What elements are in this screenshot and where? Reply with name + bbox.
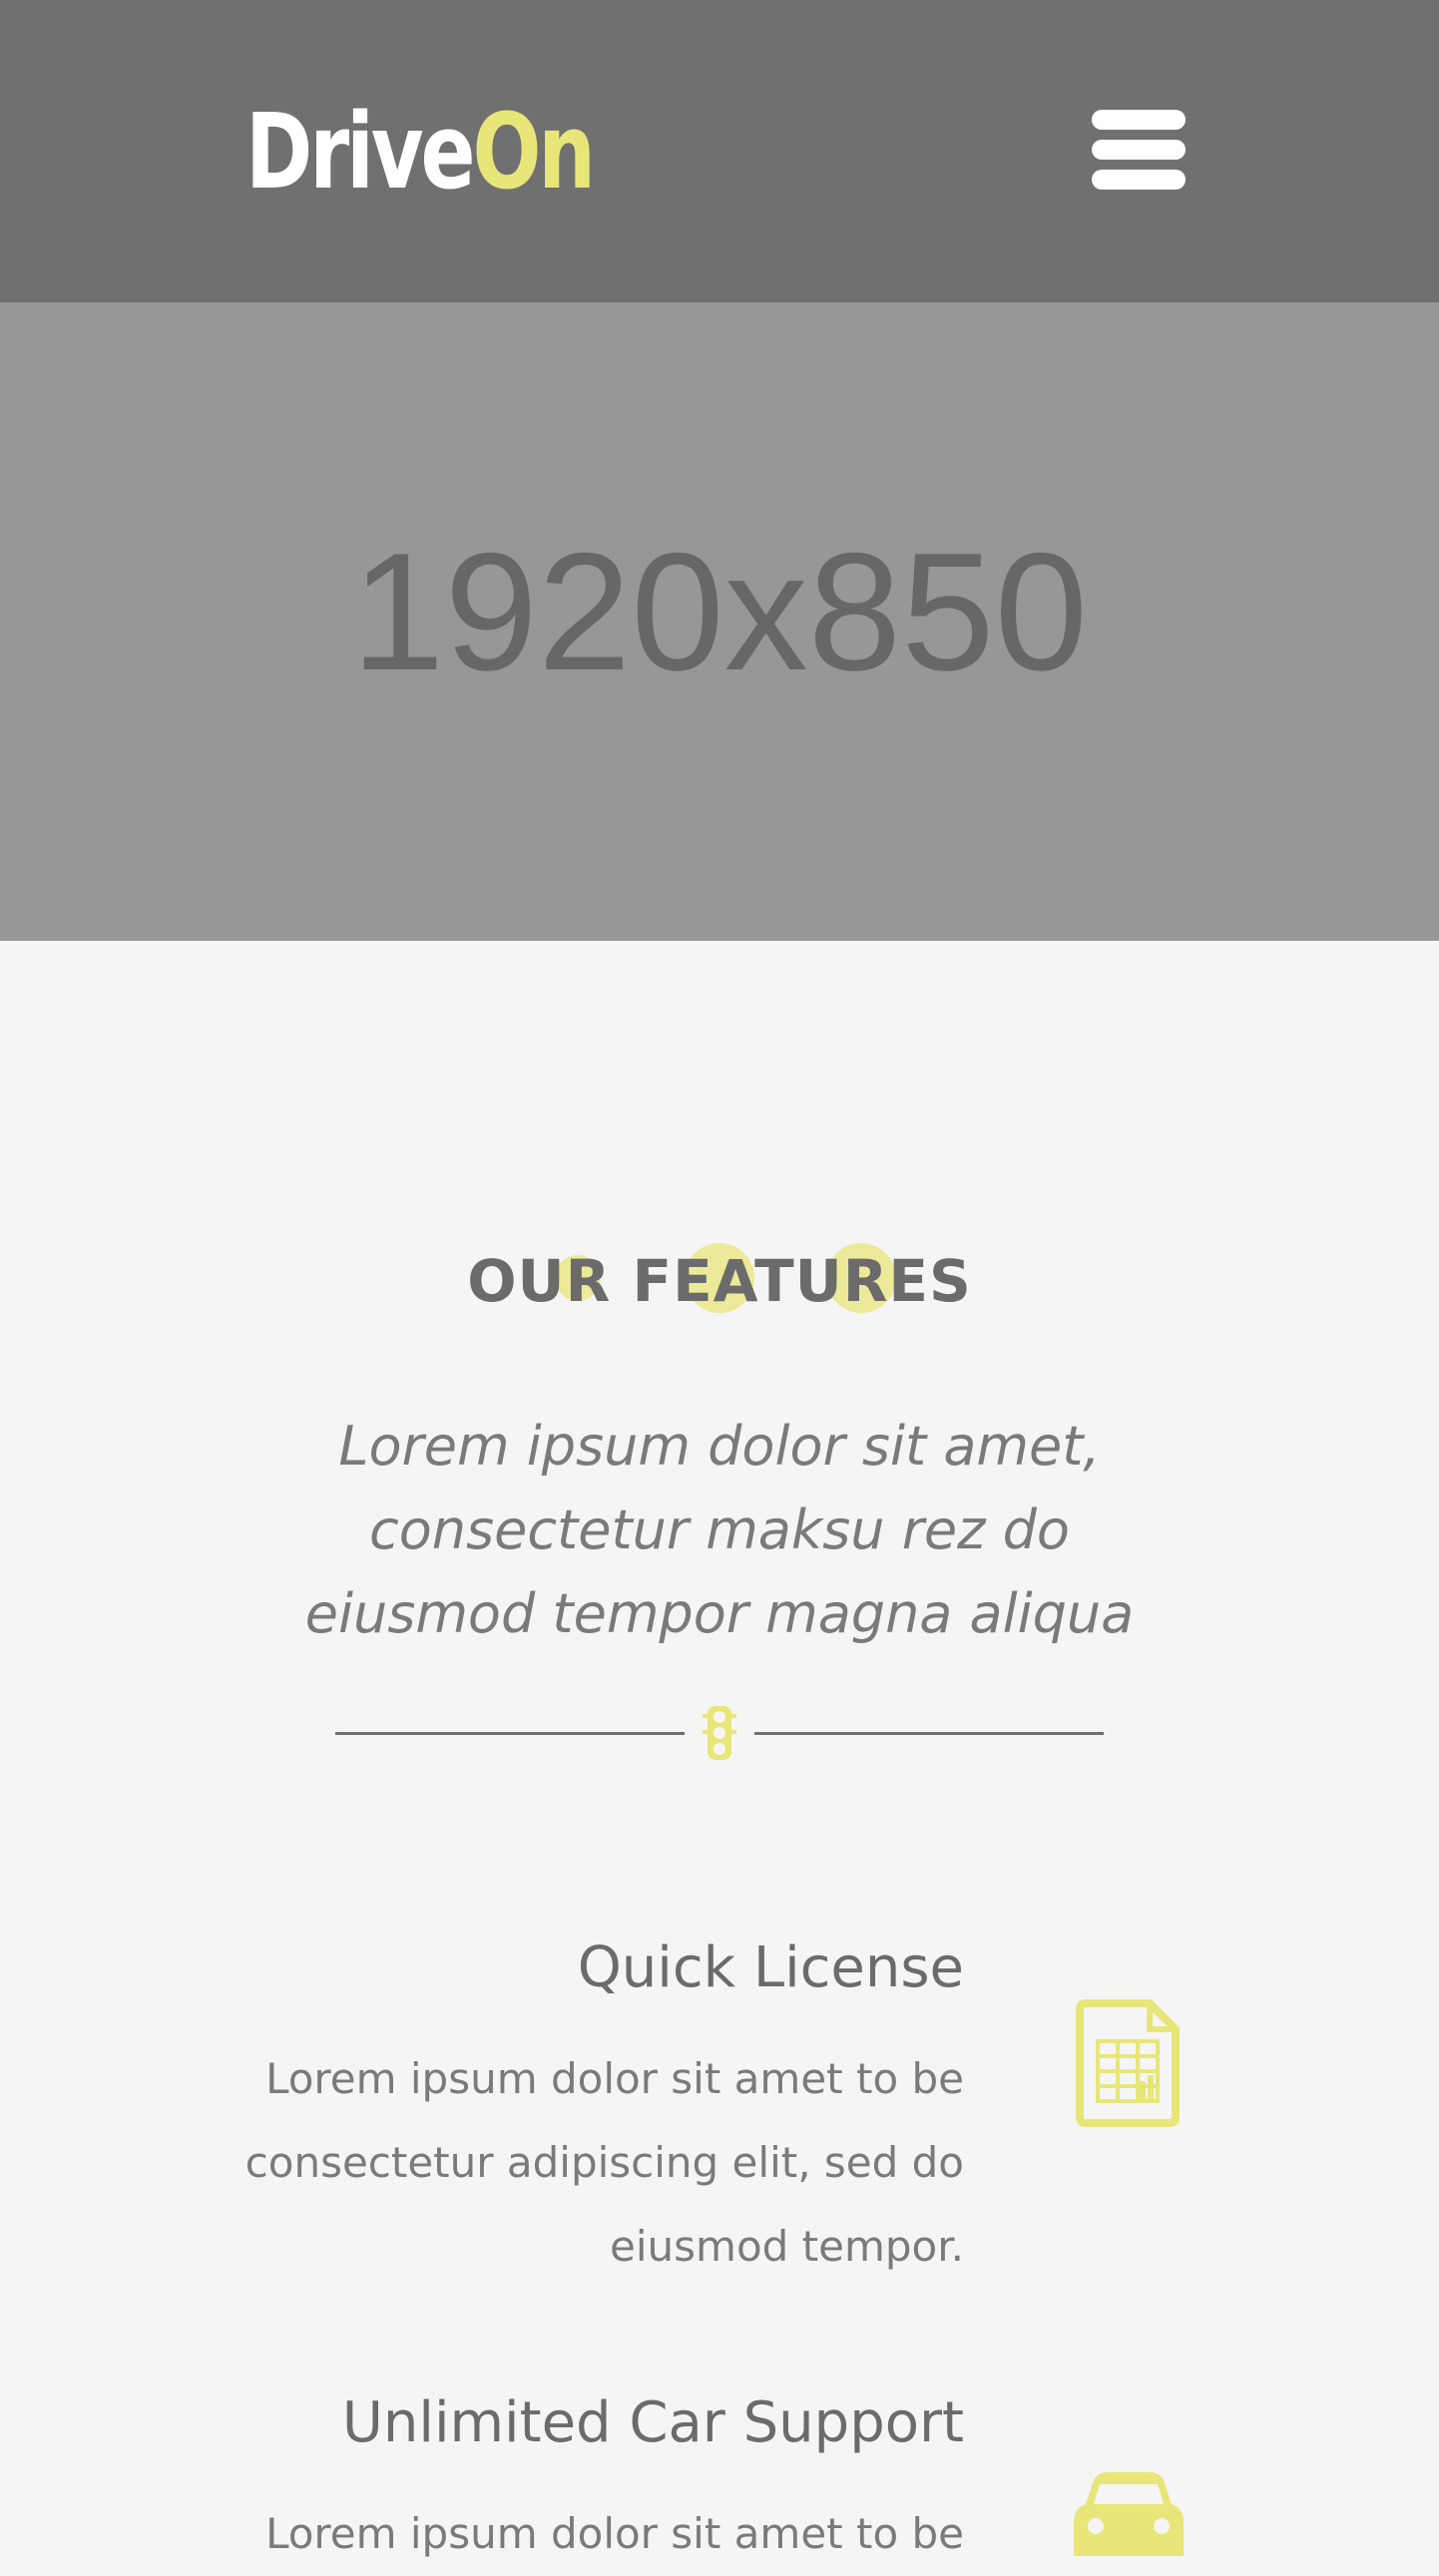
logo-text-drive: Drive (245, 91, 476, 213)
feature-text-quick-license: Lorem ipsum dolor sit amet to be consect… (244, 2054, 964, 2271)
car-icon (1074, 2472, 1184, 2556)
feature-title-quick-license: Quick License (577, 1935, 964, 2000)
feature-text-unlimited-car-support: Lorem ipsum dolor sit amet to be (265, 2509, 964, 2558)
section-title: OUR FEATURES (467, 1247, 972, 1315)
section-divider (335, 1701, 1104, 1765)
document-icon (1076, 1999, 1180, 2127)
traffic-light-icon (703, 1706, 736, 1760)
site-header: Drive On (0, 0, 1439, 302)
logo-text-on: On (472, 91, 596, 213)
section-subtitle: Lorem ipsum dolor sit amet, consectetur … (304, 1415, 1135, 1645)
hero-placeholder-text: 1920x850 (350, 517, 1089, 705)
hero-image-placeholder: 1920x850 (0, 302, 1439, 941)
logo[interactable]: Drive On (245, 91, 596, 213)
hamburger-menu-icon[interactable] (1092, 110, 1188, 190)
feature-title-unlimited-car-support: Unlimited Car Support (341, 2390, 964, 2455)
